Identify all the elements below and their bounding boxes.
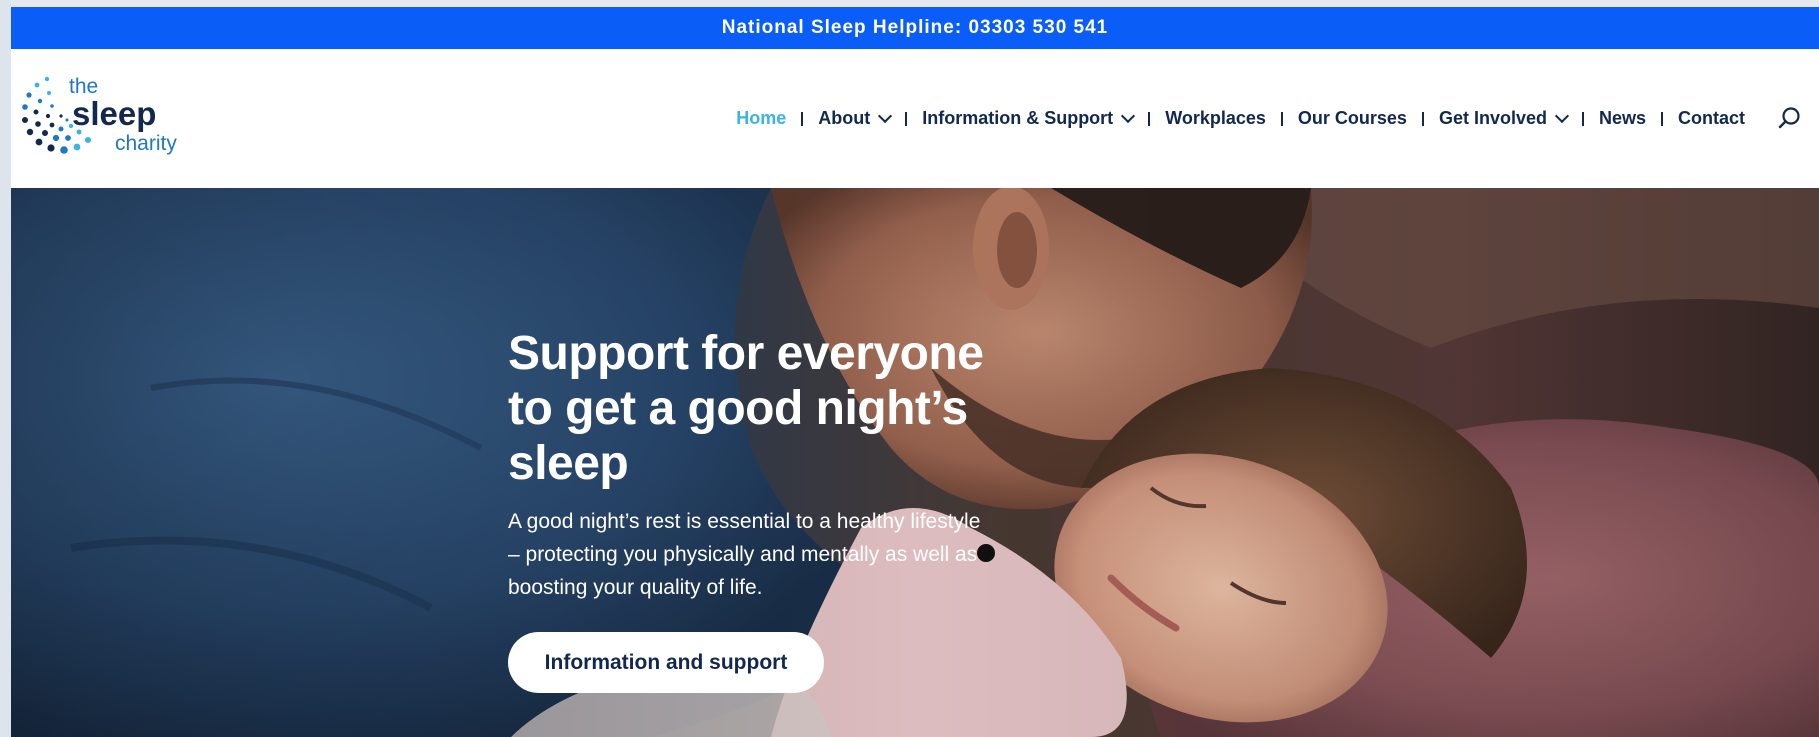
left-gutter	[0, 0, 11, 737]
hero-title-line-3: sleep	[508, 437, 629, 490]
site: National Sleep Helpline: 03303 530 541 t…	[11, 7, 1819, 737]
nav-news[interactable]: News	[1599, 108, 1646, 129]
nav-separator	[905, 111, 908, 126]
chevron-down-icon	[1554, 108, 1570, 124]
nav-information-support-label: Information & Support	[922, 108, 1114, 128]
nav-contact-label: Contact	[1678, 108, 1745, 128]
nav-about-label: About	[818, 108, 871, 128]
hero-title-line-1: Support for everyone	[508, 327, 984, 380]
nav-information-support[interactable]: Information & Support	[922, 108, 1136, 129]
chevron-down-icon	[878, 108, 893, 124]
nav-workplaces[interactable]: Workplaces	[1165, 108, 1266, 129]
nav-separator	[1581, 111, 1584, 126]
nav-about[interactable]: About	[818, 108, 893, 129]
hero-title-line-2: to get a good night’s	[508, 382, 968, 435]
hero-banner: Support for everyone to get a good night…	[11, 188, 1819, 737]
main-nav: Home About Information & Support Workpla…	[736, 49, 1745, 188]
nav-get-involved[interactable]: Get Involved	[1438, 108, 1570, 129]
nav-separator	[801, 111, 804, 126]
hero-subtitle: A good night’s rest is essential to a he…	[508, 510, 981, 599]
nav-home-label: Home	[736, 108, 787, 128]
nav-home[interactable]: Home	[736, 108, 786, 129]
nav-contact[interactable]: Contact	[1678, 108, 1745, 129]
nav-our-courses-label: Our Courses	[1297, 108, 1407, 128]
nav-workplaces-label: Workplaces	[1165, 108, 1266, 128]
site-logo[interactable]: the sleep charity	[19, 67, 194, 167]
helpline-bar: National Sleep Helpline: 03303 530 541	[11, 7, 1819, 49]
nav-news-label: News	[1598, 108, 1646, 128]
nav-separator	[1280, 111, 1283, 126]
nav-separator	[1421, 111, 1424, 126]
top-strip	[11, 0, 1819, 7]
nav-separator	[1661, 111, 1663, 126]
hero-title: Support for everyone to get a good night…	[508, 326, 1008, 491]
helpline-text[interactable]: National Sleep Helpline: 03303 530 541	[722, 17, 1109, 39]
site-header: the sleep charity Home About Information…	[11, 49, 1819, 188]
logo-text-sleep: sleep	[72, 95, 156, 132]
hero-content: Support for everyone to get a good night…	[508, 326, 1008, 693]
search-icon[interactable]	[1777, 105, 1803, 131]
information-and-support-button[interactable]: Information and support	[508, 632, 824, 693]
chevron-down-icon	[1121, 108, 1136, 124]
logo-text-charity: charity	[115, 132, 177, 155]
nav-separator	[1148, 111, 1151, 126]
nav-our-courses[interactable]: Our Courses	[1298, 108, 1407, 129]
nav-get-involved-label: Get Involved	[1438, 108, 1547, 128]
